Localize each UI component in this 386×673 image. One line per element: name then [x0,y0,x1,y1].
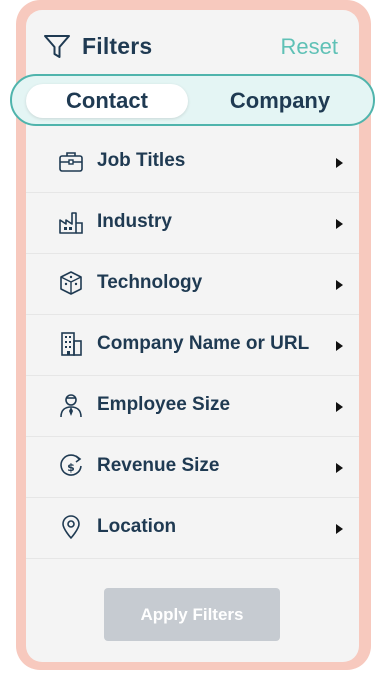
filter-label: Revenue Size [97,455,220,476]
filter-item-job-titles[interactable]: Job Titles [26,132,359,193]
filter-list: Job Titles Industry Technology Company N… [26,132,359,559]
filter-item-technology[interactable]: Technology [26,254,359,315]
filter-label: Job Titles [97,150,186,171]
tab-contact[interactable]: Contact [26,84,188,118]
briefcase-icon [59,152,83,172]
filter-label: Technology [97,272,203,293]
caret-right-icon [336,463,343,473]
employee-icon [60,394,82,418]
caret-right-icon [336,524,343,534]
building-icon [61,332,82,356]
caret-right-icon [336,402,343,412]
tab-company[interactable]: Company [200,84,360,118]
caret-right-icon [336,280,343,290]
filter-item-location[interactable]: Location [26,498,359,559]
location-pin-icon [62,515,80,539]
tab-switcher: Contact Company [10,74,375,126]
svg-text:$: $ [67,461,75,474]
filter-item-employee-size[interactable]: Employee Size [26,376,359,437]
filter-label: Company Name or URL [97,333,310,354]
filter-label: Employee Size [97,394,231,415]
caret-right-icon [336,341,343,351]
apply-filters-button[interactable]: Apply Filters [104,588,280,641]
revenue-icon: $ [60,454,82,476]
filter-item-revenue-size[interactable]: $ Revenue Size [26,437,359,498]
technology-cube-icon [60,271,82,295]
filter-label: Industry [97,211,172,232]
factory-icon [59,212,83,234]
filter-item-company-name[interactable]: Company Name or URL [26,315,359,376]
caret-right-icon [336,158,343,168]
filter-label: Location [97,516,177,537]
caret-right-icon [336,219,343,229]
filter-item-industry[interactable]: Industry [26,193,359,254]
panel-title: Filters [82,33,153,59]
filter-header: Filters Reset [26,10,359,80]
funnel-icon [44,35,70,58]
reset-button[interactable]: Reset [281,34,338,60]
